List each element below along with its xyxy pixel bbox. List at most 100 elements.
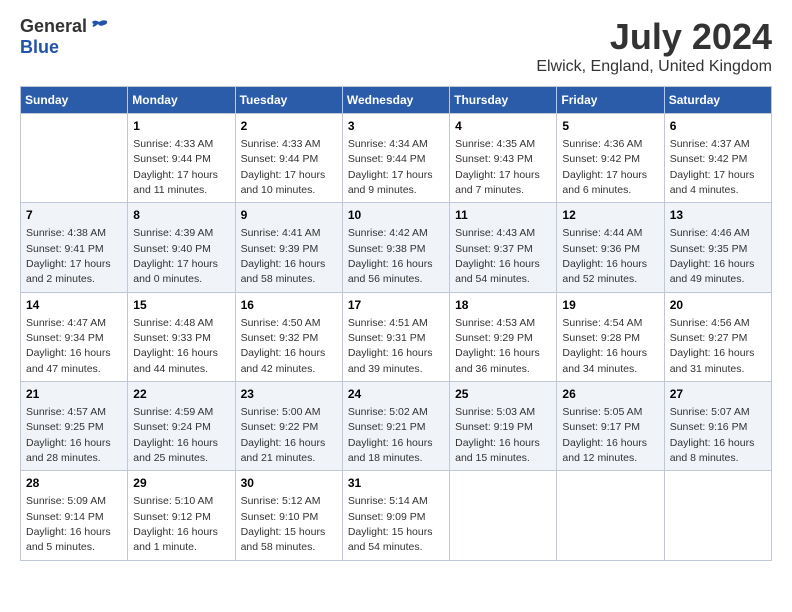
day-number: 4 — [455, 118, 551, 135]
day-info: Sunrise: 4:38 AM Sunset: 9:41 PM Dayligh… — [26, 227, 111, 285]
day-info: Sunrise: 4:46 AM Sunset: 9:35 PM Dayligh… — [670, 227, 755, 285]
calendar-table: SundayMondayTuesdayWednesdayThursdayFrid… — [20, 86, 772, 561]
calendar-cell: 27 Sunrise: 5:07 AM Sunset: 9:16 PM Dayli… — [664, 382, 771, 471]
day-info: Sunrise: 4:44 AM Sunset: 9:36 PM Dayligh… — [562, 227, 647, 285]
day-number: 10 — [348, 207, 444, 224]
calendar-cell: 31Sunrise: 5:14 AM Sunset: 9:09 PM Dayli… — [342, 471, 449, 560]
day-info: Sunrise: 4:43 AM Sunset: 9:37 PM Dayligh… — [455, 227, 540, 285]
logo: General Blue — [20, 16, 109, 58]
day-info: Sunrise: 4:51 AM Sunset: 9:31 PM Dayligh… — [348, 317, 433, 375]
calendar-week-3: 14 Sunrise: 4:47 AM Sunset: 9:34 PM Dayli… — [21, 292, 772, 381]
day-header-friday: Friday — [557, 87, 664, 114]
day-info: Sunrise: 4:41 AM Sunset: 9:39 PM Dayligh… — [241, 227, 326, 285]
day-number: 24 — [348, 386, 444, 403]
calendar-cell: 3 Sunrise: 4:34 AM Sunset: 9:44 PM Daylig… — [342, 114, 449, 203]
calendar-cell: 30 Sunrise: 5:12 AM Sunset: 9:10 PM Dayli… — [235, 471, 342, 560]
calendar-cell: 11 Sunrise: 4:43 AM Sunset: 9:37 PM Dayli… — [450, 203, 557, 292]
day-number: 2 — [241, 118, 337, 135]
day-number: 5 — [562, 118, 658, 135]
calendar-cell: 2 Sunrise: 4:33 AM Sunset: 9:44 PM Daylig… — [235, 114, 342, 203]
day-info: Sunrise: 4:53 AM Sunset: 9:29 PM Dayligh… — [455, 317, 540, 375]
calendar-week-5: 28Sunrise: 5:09 AM Sunset: 9:14 PM Dayli… — [21, 471, 772, 560]
calendar-cell: 17 Sunrise: 4:51 AM Sunset: 9:31 PM Dayli… — [342, 292, 449, 381]
day-info: Sunrise: 5:03 AM Sunset: 9:19 PM Dayligh… — [455, 406, 540, 464]
calendar-cell: 22 Sunrise: 4:59 AM Sunset: 9:24 PM Dayli… — [128, 382, 235, 471]
month-title: July 2024 — [536, 16, 772, 58]
day-header-thursday: Thursday — [450, 87, 557, 114]
calendar-cell: 18 Sunrise: 4:53 AM Sunset: 9:29 PM Dayli… — [450, 292, 557, 381]
day-info: Sunrise: 4:57 AM Sunset: 9:25 PM Dayligh… — [26, 406, 111, 464]
day-number: 13 — [670, 207, 766, 224]
calendar-cell: 24 Sunrise: 5:02 AM Sunset: 9:21 PM Dayli… — [342, 382, 449, 471]
calendar-cell: 26Sunrise: 5:05 AM Sunset: 9:17 PM Dayli… — [557, 382, 664, 471]
calendar-cell: 8Sunrise: 4:39 AM Sunset: 9:40 PM Daylig… — [128, 203, 235, 292]
calendar-cell: 16 Sunrise: 4:50 AM Sunset: 9:32 PM Dayli… — [235, 292, 342, 381]
header-row: SundayMondayTuesdayWednesdayThursdayFrid… — [21, 87, 772, 114]
day-info: Sunrise: 4:48 AM Sunset: 9:33 PM Dayligh… — [133, 317, 218, 375]
day-number: 19 — [562, 297, 658, 314]
day-number: 28 — [26, 475, 122, 492]
day-info: Sunrise: 4:56 AM Sunset: 9:27 PM Dayligh… — [670, 317, 755, 375]
day-info: Sunrise: 4:33 AM Sunset: 9:44 PM Dayligh… — [241, 138, 326, 196]
day-info: Sunrise: 4:36 AM Sunset: 9:42 PM Dayligh… — [562, 138, 647, 196]
calendar-cell — [664, 471, 771, 560]
day-number: 17 — [348, 297, 444, 314]
calendar-cell: 5 Sunrise: 4:36 AM Sunset: 9:42 PM Daylig… — [557, 114, 664, 203]
day-number: 7 — [26, 207, 122, 224]
calendar-cell: 14 Sunrise: 4:47 AM Sunset: 9:34 PM Dayli… — [21, 292, 128, 381]
day-number: 22 — [133, 386, 229, 403]
day-number: 18 — [455, 297, 551, 314]
day-info: Sunrise: 5:02 AM Sunset: 9:21 PM Dayligh… — [348, 406, 433, 464]
day-number: 15 — [133, 297, 229, 314]
day-number: 20 — [670, 297, 766, 314]
calendar-cell: 4 Sunrise: 4:35 AM Sunset: 9:43 PM Daylig… — [450, 114, 557, 203]
calendar-cell: 9 Sunrise: 4:41 AM Sunset: 9:39 PM Daylig… — [235, 203, 342, 292]
day-header-wednesday: Wednesday — [342, 87, 449, 114]
header: General Blue July 2024 Elwick, England, … — [20, 16, 772, 76]
day-info: Sunrise: 5:12 AM Sunset: 9:10 PM Dayligh… — [241, 495, 326, 553]
calendar-cell: 7 Sunrise: 4:38 AM Sunset: 9:41 PM Daylig… — [21, 203, 128, 292]
calendar-cell: 19 Sunrise: 4:54 AM Sunset: 9:28 PM Dayli… — [557, 292, 664, 381]
day-header-tuesday: Tuesday — [235, 87, 342, 114]
calendar-cell — [557, 471, 664, 560]
day-number: 3 — [348, 118, 444, 135]
day-info: Sunrise: 5:07 AM Sunset: 9:16 PM Dayligh… — [670, 406, 755, 464]
day-header-sunday: Sunday — [21, 87, 128, 114]
day-info: Sunrise: 4:50 AM Sunset: 9:32 PM Dayligh… — [241, 317, 326, 375]
calendar-cell: 12 Sunrise: 4:44 AM Sunset: 9:36 PM Dayli… — [557, 203, 664, 292]
calendar-cell: 28Sunrise: 5:09 AM Sunset: 9:14 PM Dayli… — [21, 471, 128, 560]
calendar-week-1: 1Sunrise: 4:33 AM Sunset: 9:44 PM Daylig… — [21, 114, 772, 203]
calendar-cell: 25Sunrise: 5:03 AM Sunset: 9:19 PM Dayli… — [450, 382, 557, 471]
calendar-cell — [21, 114, 128, 203]
day-number: 9 — [241, 207, 337, 224]
day-info: Sunrise: 4:33 AM Sunset: 9:44 PM Dayligh… — [133, 138, 218, 196]
day-number: 27 — [670, 386, 766, 403]
title-block: July 2024 Elwick, England, United Kingdo… — [536, 16, 772, 76]
day-number: 16 — [241, 297, 337, 314]
day-info: Sunrise: 5:14 AM Sunset: 9:09 PM Dayligh… — [348, 495, 433, 553]
calendar-cell: 1Sunrise: 4:33 AM Sunset: 9:44 PM Daylig… — [128, 114, 235, 203]
day-number: 12 — [562, 207, 658, 224]
day-header-saturday: Saturday — [664, 87, 771, 114]
day-number: 14 — [26, 297, 122, 314]
day-info: Sunrise: 4:54 AM Sunset: 9:28 PM Dayligh… — [562, 317, 647, 375]
day-info: Sunrise: 4:42 AM Sunset: 9:38 PM Dayligh… — [348, 227, 433, 285]
day-number: 11 — [455, 207, 551, 224]
day-number: 6 — [670, 118, 766, 135]
day-info: Sunrise: 4:34 AM Sunset: 9:44 PM Dayligh… — [348, 138, 433, 196]
day-number: 8 — [133, 207, 229, 224]
day-info: Sunrise: 5:10 AM Sunset: 9:12 PM Dayligh… — [133, 495, 218, 553]
calendar-cell: 6 Sunrise: 4:37 AM Sunset: 9:42 PM Daylig… — [664, 114, 771, 203]
calendar-week-4: 21Sunrise: 4:57 AM Sunset: 9:25 PM Dayli… — [21, 382, 772, 471]
day-info: Sunrise: 5:00 AM Sunset: 9:22 PM Dayligh… — [241, 406, 326, 464]
day-header-monday: Monday — [128, 87, 235, 114]
logo-general-text: General — [20, 16, 87, 37]
day-info: Sunrise: 4:35 AM Sunset: 9:43 PM Dayligh… — [455, 138, 540, 196]
calendar-cell: 13 Sunrise: 4:46 AM Sunset: 9:35 PM Dayli… — [664, 203, 771, 292]
day-number: 26 — [562, 386, 658, 403]
day-info: Sunrise: 4:59 AM Sunset: 9:24 PM Dayligh… — [133, 406, 218, 464]
location-title: Elwick, England, United Kingdom — [536, 58, 772, 76]
day-info: Sunrise: 4:37 AM Sunset: 9:42 PM Dayligh… — [670, 138, 755, 196]
day-number: 30 — [241, 475, 337, 492]
day-info: Sunrise: 4:47 AM Sunset: 9:34 PM Dayligh… — [26, 317, 111, 375]
